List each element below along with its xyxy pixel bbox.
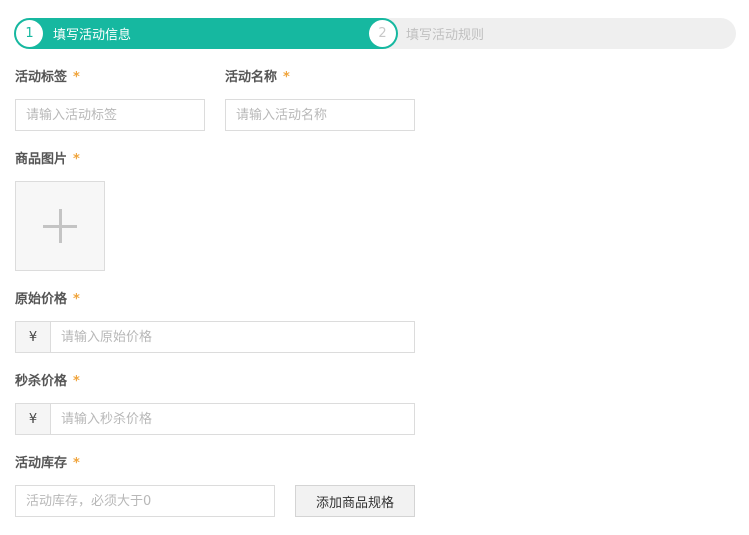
original-price-group: ¥: [15, 321, 415, 353]
add-product-spec-button[interactable]: 添加商品规格: [295, 485, 415, 517]
activity-name-input[interactable]: [225, 99, 415, 131]
step-number-2: 2: [369, 20, 396, 47]
flash-price-label-text: 秒杀价格: [15, 374, 68, 389]
currency-symbol: ¥: [16, 322, 51, 352]
activity-stock-label-text: 活动库存: [15, 456, 68, 471]
activity-form-page: 1 填写活动信息 2 填写活动规则 活动标签 * 活动名称 * 商品图片 * 原始价格…: [0, 0, 749, 535]
activity-name-label: 活动名称 *: [225, 69, 290, 87]
activity-stock-input[interactable]: [15, 485, 275, 517]
step-label-1: 填写活动信息: [53, 28, 132, 43]
activity-name-label-text: 活动名称: [225, 70, 278, 85]
activity-tag-input[interactable]: [15, 99, 205, 131]
activity-tag-label-text: 活动标签: [15, 70, 68, 85]
activity-stock-label: 活动库存 *: [15, 455, 80, 473]
flash-price-group: ¥: [15, 403, 415, 435]
original-price-input[interactable]: [51, 322, 414, 352]
step-label-2: 填写活动规则: [406, 28, 485, 43]
product-image-label-text: 商品图片: [15, 152, 68, 167]
original-price-label-text: 原始价格: [15, 292, 68, 307]
required-star: *: [73, 70, 80, 85]
plus-icon: [43, 209, 77, 243]
step-fill-activity-rules[interactable]: 2 填写活动规则: [369, 18, 484, 49]
currency-symbol: ¥: [16, 404, 51, 434]
required-star: *: [73, 374, 80, 389]
product-image-upload[interactable]: [15, 181, 105, 271]
required-star: *: [73, 152, 80, 167]
product-image-label: 商品图片 *: [15, 151, 80, 169]
flash-price-input[interactable]: [51, 404, 414, 434]
step-number-1: 1: [16, 20, 43, 47]
required-star: *: [73, 292, 80, 307]
flash-price-label: 秒杀价格 *: [15, 373, 80, 391]
required-star: *: [73, 456, 80, 471]
progress-stepper: 1 填写活动信息 2 填写活动规则: [14, 18, 736, 49]
required-star: *: [283, 70, 290, 85]
activity-tag-label: 活动标签 *: [15, 69, 80, 87]
original-price-label: 原始价格 *: [15, 291, 80, 309]
step-fill-activity-info[interactable]: 1 填写活动信息: [16, 18, 131, 49]
